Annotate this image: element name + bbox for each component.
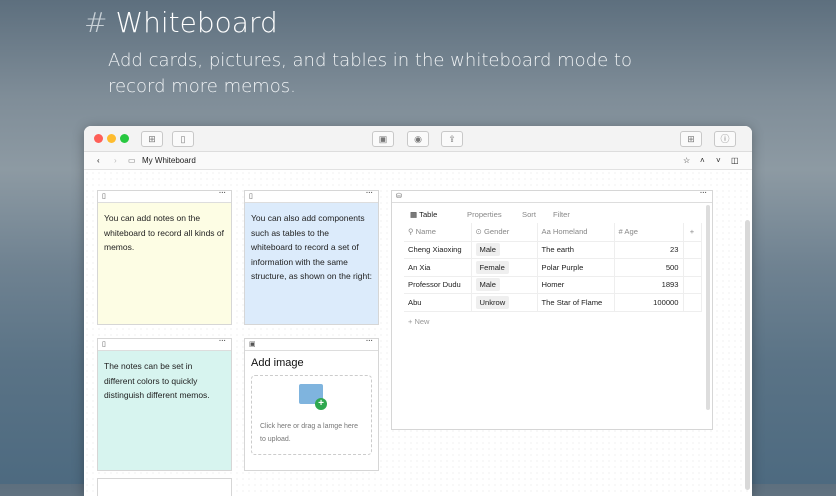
share-button[interactable]: ⇪ xyxy=(441,131,463,147)
note-icon: ▯ xyxy=(102,341,106,348)
more-icon[interactable]: ··· xyxy=(219,338,226,345)
note-card[interactable]: ▯ ··· You can also add components such as… xyxy=(244,190,379,325)
table-row[interactable]: Professor Dudu Male Homer 1893 xyxy=(404,276,702,294)
image-card[interactable]: ▣ ··· Add image + Click here or drag a la… xyxy=(244,338,379,471)
col-age[interactable]: # Age xyxy=(614,223,684,242)
forward-icon[interactable]: › xyxy=(114,156,117,165)
nav-bar: ‹ › ▭ My Whiteboard ☆ ˄ ˅ ◫ xyxy=(84,152,752,170)
more-icon[interactable]: ··· xyxy=(219,190,226,197)
image-dropzone[interactable]: + Click here or drag a lamge here to upl… xyxy=(251,375,372,455)
table-row[interactable]: An Xia Female Polar Purple 500 xyxy=(404,258,702,277)
tab-sort[interactable]: Sort xyxy=(522,210,536,219)
canvas-scrollbar[interactable] xyxy=(745,220,750,490)
page-icon: ▭ xyxy=(128,156,136,165)
more-icon[interactable]: ··· xyxy=(366,190,373,197)
tab-properties[interactable]: Properties xyxy=(467,210,502,219)
tab-table[interactable]: ▦ Table xyxy=(410,210,437,219)
table-row[interactable]: Abu Unkrow The Star of Flame 100000 xyxy=(404,293,702,312)
add-column-button[interactable]: + xyxy=(683,223,702,242)
whiteboard-canvas[interactable]: ▯ ··· You can add notes on the whiteboard… xyxy=(84,170,752,496)
more-icon[interactable]: ··· xyxy=(366,338,373,345)
new-note-button[interactable]: ⊞ xyxy=(141,131,163,147)
database-icon: ⛁ xyxy=(396,193,402,200)
card-button[interactable]: ▣ xyxy=(372,131,394,147)
info-button[interactable]: ⓘ xyxy=(714,131,736,147)
new-row-button[interactable]: + New xyxy=(408,317,712,326)
panel-icon[interactable]: ◫ xyxy=(731,156,739,165)
app-window: ⊞ ▯ ▣ ◉ ⇪ ⊞ ⓘ ‹ › ▭ My Whiteboard ☆ ˄ ˅ … xyxy=(84,126,752,496)
col-gender[interactable]: ⊙ Gender xyxy=(471,223,538,242)
maximize-button[interactable] xyxy=(120,134,129,143)
image-icon: ▣ xyxy=(249,341,256,348)
note-icon: ▯ xyxy=(102,193,106,200)
hero-subtitle: Add cards, pictures, and tables in the w… xyxy=(108,50,632,97)
chevron-up-icon[interactable]: ˄ xyxy=(700,156,705,165)
breadcrumb[interactable]: My Whiteboard xyxy=(142,156,196,165)
table-card[interactable]: ⛁ ··· ▦ Table Properties Sort Filter ⚲ Na… xyxy=(391,190,713,430)
media-button[interactable]: ◉ xyxy=(407,131,429,147)
star-icon[interactable]: ☆ xyxy=(683,156,690,165)
note-card[interactable] xyxy=(97,478,232,496)
more-icon[interactable]: ··· xyxy=(700,190,707,197)
layout-button[interactable]: ⊞ xyxy=(680,131,702,147)
tab-filter[interactable]: Filter xyxy=(553,210,570,219)
table-row[interactable]: Cheng Xiaoxing Male The earth 23 xyxy=(404,241,702,259)
close-button[interactable] xyxy=(94,134,103,143)
sidebar-toggle-button[interactable]: ▯ xyxy=(172,131,194,147)
data-table: ⚲ Name ⊙ Gender Aa Homeland # Age + Chen… xyxy=(404,223,702,312)
hero-title: # Whiteboard xyxy=(84,6,278,39)
note-card[interactable]: ▯ ··· The notes can be set in different c… xyxy=(97,338,232,471)
title-bar: ⊞ ▯ ▣ ◉ ⇪ ⊞ ⓘ xyxy=(84,126,752,152)
back-icon[interactable]: ‹ xyxy=(97,156,100,165)
table-scrollbar[interactable] xyxy=(706,205,710,410)
col-homeland[interactable]: Aa Homeland xyxy=(537,223,615,242)
note-card[interactable]: ▯ ··· You can add notes on the whiteboard… xyxy=(97,190,232,325)
chevron-down-icon[interactable]: ˅ xyxy=(716,156,721,165)
plus-icon: + xyxy=(315,398,327,410)
note-icon: ▯ xyxy=(249,193,253,200)
col-name[interactable]: ⚲ Name xyxy=(404,223,472,242)
minimize-button[interactable] xyxy=(107,134,116,143)
